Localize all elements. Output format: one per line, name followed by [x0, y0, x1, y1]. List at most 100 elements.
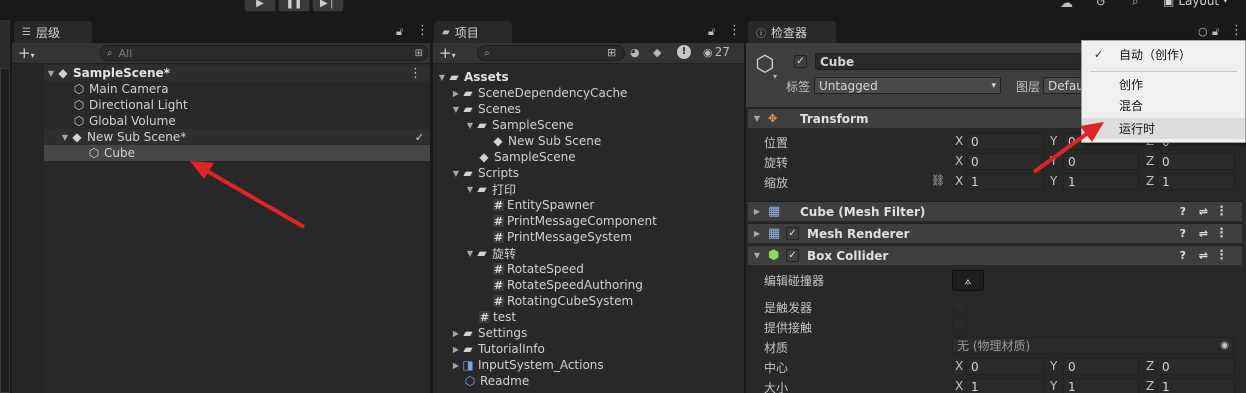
expand-arrow-icon[interactable]: ▶ — [451, 89, 461, 98]
tab-project[interactable]: ▰ 项目 — [434, 21, 512, 43]
inspector-menu-icon[interactable]: ⋮ — [1230, 23, 1243, 38]
step-button[interactable]: ▶❘ — [312, 0, 344, 12]
project-item-samplescene-folder[interactable]: ▼ ▰ SampleScene — [433, 117, 744, 133]
expand-arrow-icon[interactable]: ▼ — [465, 185, 475, 194]
size-y-field[interactable]: 1 — [1063, 378, 1139, 393]
hidden-packages-toggle[interactable]: ◉ 27 — [703, 45, 730, 59]
menu-item-mixed[interactable]: 混合 — [1082, 95, 1245, 116]
expand-arrow-icon[interactable]: ▼ — [451, 105, 461, 114]
project-item-scenes[interactable]: ▼ ▰ Scenes — [433, 101, 744, 117]
check-icon[interactable]: ✓ — [415, 131, 424, 144]
hierarchy-search-input[interactable]: ⌕ All ⊞ — [100, 45, 428, 61]
project-item-print-message-component[interactable]: # PrintMessageComponent — [433, 213, 744, 229]
play-button[interactable]: ▶ — [244, 0, 276, 12]
project-item-print-message-system[interactable]: # PrintMessageSystem — [433, 229, 744, 245]
help-icon[interactable]: ? — [1180, 227, 1186, 240]
active-checkbox[interactable]: ✓ — [794, 55, 807, 68]
tag-dropdown[interactable]: Untagged ▾ — [814, 77, 1001, 94]
warning-icon[interactable]: ! — [677, 45, 691, 59]
inspector-debug-icon[interactable]: ○ — [1198, 25, 1208, 38]
tree-item-sub-scene[interactable]: ▼ ◆ New Sub Scene* ✓ — [12, 129, 430, 145]
edit-collider-button[interactable]: ⟑ — [952, 270, 984, 291]
gameobject-cube-chevron-icon[interactable]: ▾ — [773, 72, 777, 81]
search-filter-icon[interactable]: ⊞ — [415, 48, 423, 59]
scene-menu-icon[interactable]: ⋮ — [409, 66, 422, 81]
box-collider-header[interactable]: ▼ ⬢ ✓ Box Collider ? ⇌ ⋮ — [748, 245, 1242, 265]
cloud-icon[interactable]: ☁ — [1060, 0, 1076, 11]
project-item-scripts[interactable]: ▼ ▰ Scripts — [433, 165, 744, 181]
component-menu-icon[interactable]: ⋮ — [1215, 204, 1228, 219]
presets-icon[interactable]: ⇌ — [1199, 227, 1208, 240]
project-item-new-sub-scene[interactable]: ◆ New Sub Scene — [433, 133, 744, 149]
project-item-settings[interactable]: ▶ ▰ Settings — [433, 325, 744, 341]
project-item-tutorial-info[interactable]: ▶ ▰ TutorialInfo — [433, 341, 744, 357]
tab-inspector[interactable]: ⓘ 检查器 — [748, 21, 836, 43]
component-menu-icon[interactable]: ⋮ — [1215, 226, 1228, 241]
expand-arrow-icon[interactable]: ▶ — [451, 329, 461, 338]
expand-arrow-icon[interactable]: ▼ — [46, 69, 56, 78]
center-z-field[interactable]: 0 — [1157, 358, 1235, 375]
expand-arrow-icon[interactable]: ▶ — [752, 229, 762, 238]
layout-dropdown[interactable]: ▣ Layout ▾ — [1163, 0, 1228, 8]
presets-icon[interactable]: ⇌ — [1199, 249, 1208, 262]
tree-item-main-camera[interactable]: ⬡ Main Camera — [12, 81, 430, 97]
add-object-button[interactable]: +▾ — [18, 44, 35, 62]
is-trigger-checkbox[interactable] — [953, 299, 966, 312]
hierarchy-menu-icon[interactable]: ⋮ — [416, 23, 429, 38]
help-icon[interactable]: ? — [1180, 205, 1186, 218]
project-item-scene-dependency-cache[interactable]: ▶ ▰ SceneDependencyCache — [433, 85, 744, 101]
expand-arrow-icon[interactable]: ▼ — [752, 251, 762, 260]
size-z-field[interactable]: 1 — [1157, 378, 1235, 393]
object-name-field[interactable]: Cube — [815, 53, 1085, 70]
expand-arrow-icon[interactable]: ▼ — [465, 121, 475, 130]
expand-arrow-icon[interactable]: ▶ — [451, 361, 461, 370]
constrain-proportions-icon[interactable]: ⛓ — [931, 174, 945, 187]
hierarchy-lock-icon[interactable]: 🔓︎ — [396, 25, 403, 39]
component-menu-icon[interactable]: ⋮ — [1215, 248, 1228, 263]
project-item-rotate-speed[interactable]: # RotateSpeed — [433, 261, 744, 277]
expand-arrow-icon[interactable]: ▼ — [465, 249, 475, 258]
project-item-samplescene[interactable]: ◆ SampleScene — [433, 149, 744, 165]
center-y-field[interactable]: 0 — [1063, 358, 1139, 375]
inspector-lock-icon[interactable]: 🔓︎ — [1212, 25, 1219, 39]
size-x-field[interactable]: 1 — [966, 378, 1044, 393]
history-icon[interactable]: ↺ — [1096, 0, 1112, 9]
project-item-readme[interactable]: ⬡ Readme — [433, 373, 744, 389]
box-collider-enabled-checkbox[interactable]: ✓ — [786, 249, 799, 262]
expand-arrow-icon[interactable]: ▼ — [60, 133, 70, 142]
mesh-filter-header[interactable]: ▶ ▦ Cube (Mesh Filter) ? ⇌ ⋮ — [748, 201, 1242, 221]
expand-arrow-icon[interactable]: ▶ — [451, 345, 461, 354]
search-by-type-icon[interactable]: ⊞ — [607, 46, 616, 59]
scale-z-field[interactable]: 1 — [1157, 173, 1235, 190]
tree-item-global-volume[interactable]: ⬡ Global Volume — [12, 113, 430, 129]
object-picker-icon[interactable]: ◉ — [1220, 340, 1229, 351]
label-filter-icon[interactable]: ◆ — [653, 46, 661, 59]
filter-type-icon[interactable]: ◕ — [630, 46, 640, 59]
menu-item-auto-authoring[interactable]: ✓ 自动（创作） — [1082, 44, 1245, 65]
tree-item-scene[interactable]: ▼ ◆ SampleScene* ⋮ — [12, 65, 430, 81]
material-field[interactable]: 无 (物理材质) ◉ — [952, 337, 1234, 354]
mesh-renderer-header[interactable]: ▶ ▦ ✓ Mesh Renderer ? ⇌ ⋮ — [748, 223, 1242, 243]
provides-contacts-checkbox[interactable] — [953, 319, 966, 332]
mesh-renderer-enabled-checkbox[interactable]: ✓ — [786, 227, 799, 240]
help-icon[interactable]: ? — [1180, 249, 1186, 262]
expand-arrow-icon[interactable]: ▶ — [752, 207, 762, 216]
search-icon[interactable]: ⌕ — [1132, 0, 1148, 8]
expand-arrow-icon[interactable]: ▼ — [437, 73, 447, 82]
project-item-print-folder[interactable]: ▼ ▰ 打印 — [433, 181, 744, 197]
rotation-z-field[interactable]: 0 — [1157, 153, 1235, 170]
project-menu-icon[interactable]: ⋮ — [728, 23, 741, 38]
project-item-entity-spawner[interactable]: # EntitySpawner — [433, 197, 744, 213]
project-item-rotating-cube-system[interactable]: # RotatingCubeSystem — [433, 293, 744, 309]
project-item-rotate-folder[interactable]: ▼ ▰ 旋转 — [433, 245, 744, 261]
pause-button[interactable]: ❚❚ — [278, 0, 310, 12]
expand-arrow-icon[interactable]: ▼ — [451, 169, 461, 178]
project-lock-icon[interactable]: 🔓︎ — [708, 25, 715, 39]
project-item-rotate-speed-authoring[interactable]: # RotateSpeedAuthoring — [433, 277, 744, 293]
menu-item-authoring[interactable]: 创作 — [1082, 74, 1245, 95]
create-asset-button[interactable]: +▾ — [439, 44, 456, 62]
center-x-field[interactable]: 0 — [966, 358, 1044, 375]
tab-hierarchy[interactable]: ☰ 层级 — [14, 21, 92, 43]
tree-item-directional-light[interactable]: ⬡ Directional Light — [12, 97, 430, 113]
project-item-assets[interactable]: ▼ ▰ Assets — [433, 69, 744, 85]
